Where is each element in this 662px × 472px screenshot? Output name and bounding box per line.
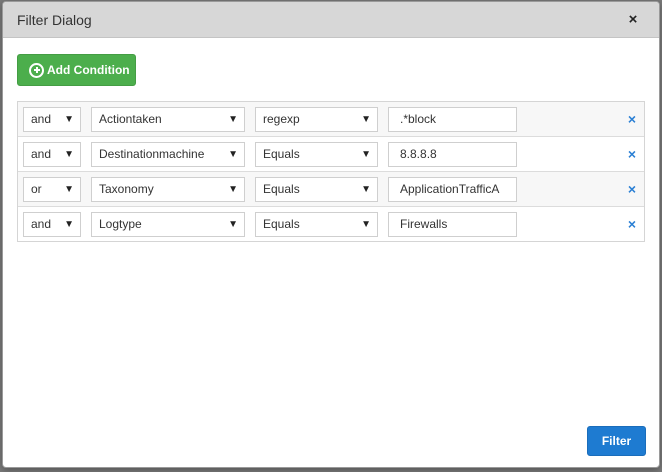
operator-value: and: [31, 147, 52, 161]
field-select[interactable]: Actiontaken ▼: [91, 107, 245, 132]
chevron-down-icon: ▼: [228, 219, 238, 230]
operator-select[interactable]: and ▼: [23, 212, 81, 237]
field-select[interactable]: Destinationmachine ▼: [91, 142, 245, 167]
plus-circle-icon: [29, 62, 44, 78]
close-icon[interactable]: ×: [625, 11, 641, 29]
value-input[interactable]: Firewalls: [388, 212, 517, 237]
field-value: Destinationmachine: [99, 147, 205, 161]
add-condition-button[interactable]: Add Condition: [17, 54, 136, 86]
dialog-header: Filter Dialog ×: [3, 2, 659, 38]
filter-button[interactable]: Filter: [587, 426, 646, 456]
operator-select[interactable]: and ▼: [23, 142, 81, 167]
value-input[interactable]: 8.8.8.8: [388, 142, 517, 167]
condition-row: and ▼ Actiontaken ▼ regexp ▼ .*block ×: [18, 102, 644, 137]
field-select[interactable]: Logtype ▼: [91, 212, 245, 237]
chevron-down-icon: ▼: [228, 114, 238, 125]
remove-condition-icon[interactable]: ×: [628, 181, 636, 197]
chevron-down-icon: ▼: [228, 149, 238, 160]
chevron-down-icon: ▼: [361, 219, 371, 230]
value-input[interactable]: .*block: [388, 107, 517, 132]
comparator-select[interactable]: Equals ▼: [255, 212, 378, 237]
chevron-down-icon: ▼: [64, 149, 74, 160]
chevron-down-icon: ▼: [64, 219, 74, 230]
comparator-value: regexp: [263, 112, 300, 126]
field-value: Actiontaken: [99, 112, 162, 126]
chevron-down-icon: ▼: [228, 184, 238, 195]
comparator-value: Equals: [263, 147, 300, 161]
chevron-down-icon: ▼: [361, 184, 371, 195]
operator-select[interactable]: or ▼: [23, 177, 81, 202]
operator-value: or: [31, 182, 42, 196]
condition-row: and ▼ Destinationmachine ▼ Equals ▼ 8.8.8.8…: [18, 137, 644, 172]
conditions-list: and ▼ Actiontaken ▼ regexp ▼ .*block × and ▼…: [17, 101, 645, 242]
dialog-title: Filter Dialog: [17, 12, 92, 28]
field-value: Logtype: [99, 217, 142, 231]
comparator-select[interactable]: Equals ▼: [255, 142, 378, 167]
filter-dialog: Filter Dialog × Add Condition and ▼ Actio…: [2, 1, 660, 468]
remove-condition-icon[interactable]: ×: [628, 146, 636, 162]
chevron-down-icon: ▼: [64, 184, 74, 195]
operator-select[interactable]: and ▼: [23, 107, 81, 132]
comparator-select[interactable]: Equals ▼: [255, 177, 378, 202]
value-input[interactable]: ApplicationTrafficA: [388, 177, 517, 202]
condition-row: and ▼ Logtype ▼ Equals ▼ Firewalls ×: [18, 207, 644, 242]
comparator-value: Equals: [263, 182, 300, 196]
comparator-select[interactable]: regexp ▼: [255, 107, 378, 132]
add-condition-label: Add Condition: [47, 63, 130, 77]
chevron-down-icon: ▼: [64, 114, 74, 125]
operator-value: and: [31, 217, 52, 231]
chevron-down-icon: ▼: [361, 114, 371, 125]
remove-condition-icon[interactable]: ×: [628, 216, 636, 232]
condition-row: or ▼ Taxonomy ▼ Equals ▼ ApplicationTraffic…: [18, 172, 644, 207]
operator-value: and: [31, 112, 52, 126]
comparator-value: Equals: [263, 217, 300, 231]
field-value: Taxonomy: [99, 182, 154, 196]
field-select[interactable]: Taxonomy ▼: [91, 177, 245, 202]
chevron-down-icon: ▼: [361, 149, 371, 160]
remove-condition-icon[interactable]: ×: [628, 111, 636, 127]
